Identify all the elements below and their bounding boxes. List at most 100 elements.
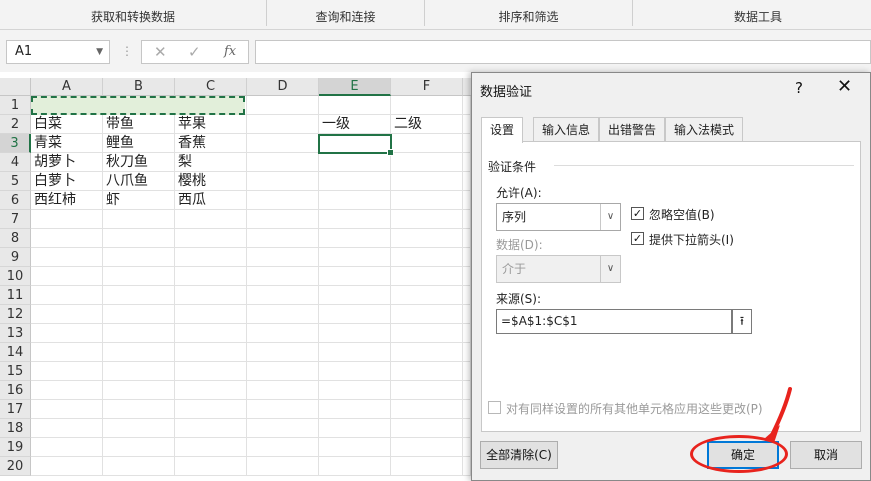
cell-F13[interactable] (391, 324, 463, 343)
cell-B8[interactable] (103, 229, 175, 248)
cell-D17[interactable] (247, 400, 319, 419)
cell-B10[interactable] (103, 267, 175, 286)
cell-G9[interactable] (463, 248, 471, 267)
cell-G20[interactable] (463, 457, 471, 476)
cell-G7[interactable] (463, 210, 471, 229)
cell-B17[interactable] (103, 400, 175, 419)
cell-C14[interactable] (175, 343, 247, 362)
cell-D4[interactable] (247, 153, 319, 172)
cell-D20[interactable] (247, 457, 319, 476)
cell-A10[interactable] (31, 267, 103, 286)
cell-B7[interactable] (103, 210, 175, 229)
ribbon-group-sort-filter[interactable]: 排序和筛选 (425, 0, 632, 30)
cell-B14[interactable] (103, 343, 175, 362)
row-header-19[interactable]: 19 (0, 438, 31, 457)
cell-F19[interactable] (391, 438, 463, 457)
cell-G11[interactable] (463, 286, 471, 305)
cell-A7[interactable] (31, 210, 103, 229)
cell-E8[interactable] (319, 229, 391, 248)
tab-error-alert[interactable]: 出错警告 (599, 117, 666, 141)
column-header-D[interactable]: D (247, 78, 319, 96)
cell-B20[interactable] (103, 457, 175, 476)
row-header-4[interactable]: 4 (0, 153, 31, 172)
cell-D6[interactable] (247, 191, 319, 210)
column-header-B[interactable]: B (103, 78, 175, 96)
cell-B11[interactable] (103, 286, 175, 305)
cell-E17[interactable] (319, 400, 391, 419)
cell-A2[interactable]: 白菜 (31, 115, 103, 134)
cell-E19[interactable] (319, 438, 391, 457)
cell-A13[interactable] (31, 324, 103, 343)
cell-D12[interactable] (247, 305, 319, 324)
row-header-11[interactable]: 11 (0, 286, 31, 305)
cell-A14[interactable] (31, 343, 103, 362)
cell-A11[interactable] (31, 286, 103, 305)
row-header-2[interactable]: 2 (0, 115, 31, 134)
row-header-10[interactable]: 10 (0, 267, 31, 286)
row-header-12[interactable]: 12 (0, 305, 31, 324)
cell-E1[interactable] (319, 96, 391, 115)
row-header-16[interactable]: 16 (0, 381, 31, 400)
cell-B4[interactable]: 秋刀鱼 (103, 153, 175, 172)
cell-G14[interactable] (463, 343, 471, 362)
row-header-20[interactable]: 20 (0, 457, 31, 476)
cell-C19[interactable] (175, 438, 247, 457)
column-header-E[interactable]: E (319, 78, 391, 96)
cell-C20[interactable] (175, 457, 247, 476)
row-header-15[interactable]: 15 (0, 362, 31, 381)
cell-E13[interactable] (319, 324, 391, 343)
cell-F4[interactable] (391, 153, 463, 172)
cell-D14[interactable] (247, 343, 319, 362)
cell-F2[interactable]: 二级 (391, 115, 463, 134)
cell-B3[interactable]: 鲤鱼 (103, 134, 175, 153)
insert-function-icon[interactable]: fx (224, 44, 236, 59)
cell-C9[interactable] (175, 248, 247, 267)
cell-A18[interactable] (31, 419, 103, 438)
column-header-A[interactable]: A (31, 78, 103, 96)
cell-D9[interactable] (247, 248, 319, 267)
row-header-13[interactable]: 13 (0, 324, 31, 343)
cell-F16[interactable] (391, 381, 463, 400)
cell-B2[interactable]: 带鱼 (103, 115, 175, 134)
cell-A3[interactable]: 青菜 (31, 134, 103, 153)
cell-D18[interactable] (247, 419, 319, 438)
cell-G4[interactable] (463, 153, 471, 172)
cell-B15[interactable] (103, 362, 175, 381)
cell-C4[interactable]: 梨 (175, 153, 247, 172)
row-header-17[interactable]: 17 (0, 400, 31, 419)
cell-G18[interactable] (463, 419, 471, 438)
cell-F11[interactable] (391, 286, 463, 305)
active-cell-E3[interactable] (318, 134, 394, 156)
cell-F8[interactable] (391, 229, 463, 248)
cell-B18[interactable] (103, 419, 175, 438)
cell-D13[interactable] (247, 324, 319, 343)
cell-F10[interactable] (391, 267, 463, 286)
ribbon-group-data-tools[interactable]: 数据工具 (633, 0, 871, 30)
cell-C18[interactable] (175, 419, 247, 438)
cell-E6[interactable] (319, 191, 391, 210)
row-header-14[interactable]: 14 (0, 343, 31, 362)
cell-E20[interactable] (319, 457, 391, 476)
cell-B12[interactable] (103, 305, 175, 324)
formula-input[interactable] (255, 40, 871, 64)
cell-B5[interactable]: 八爪鱼 (103, 172, 175, 191)
cell-D3[interactable] (247, 134, 319, 153)
cell-D10[interactable] (247, 267, 319, 286)
cell-G8[interactable] (463, 229, 471, 248)
collapse-dialog-icon[interactable]: ⭱ (732, 309, 752, 334)
ignore-blank-checkbox[interactable]: ✓ (631, 207, 644, 220)
cell-G5[interactable] (463, 172, 471, 191)
column-header-F[interactable]: F (391, 78, 463, 96)
cell-D19[interactable] (247, 438, 319, 457)
cell-F20[interactable] (391, 457, 463, 476)
cell-E14[interactable] (319, 343, 391, 362)
row-header-7[interactable]: 7 (0, 210, 31, 229)
cell-G19[interactable] (463, 438, 471, 457)
cell-F7[interactable] (391, 210, 463, 229)
cell-E5[interactable] (319, 172, 391, 191)
select-all-corner[interactable] (0, 78, 31, 96)
cell-E16[interactable] (319, 381, 391, 400)
chevron-down-icon[interactable]: ∨ (600, 204, 620, 230)
cell-F12[interactable] (391, 305, 463, 324)
cell-G6[interactable] (463, 191, 471, 210)
